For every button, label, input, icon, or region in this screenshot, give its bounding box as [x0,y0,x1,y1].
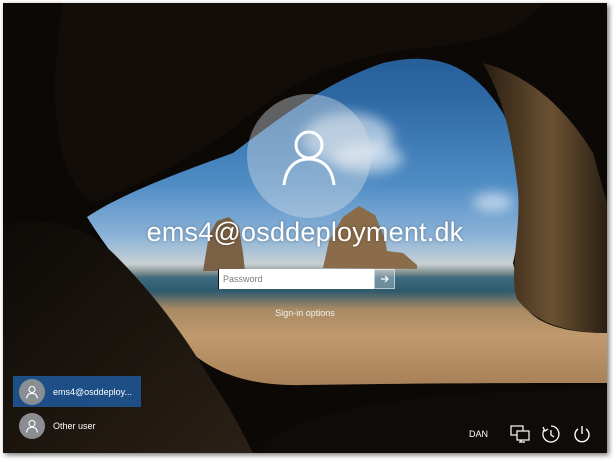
account-name: ems4@osddeployment.dk [146,217,464,247]
lock-screen: ems4@osddeployment.dk Sign-in options em… [3,3,607,453]
user-tile-avatar [19,412,45,439]
user-tile-label: Other user [53,420,96,431]
user-icon [25,385,39,399]
sign-in-options-link[interactable]: Sign-in options [3,308,607,318]
arrow-right-icon [380,275,389,283]
user-avatar [247,94,371,218]
system-tray: DAN [469,423,593,445]
user-tile-other[interactable]: Other user [13,410,141,441]
password-row [218,269,395,289]
ease-of-access-icon[interactable] [540,423,562,445]
language-indicator[interactable]: DAN [469,429,488,439]
user-list: ems4@osddeploy... Other user [13,376,141,444]
user-icon [282,130,336,186]
network-icon[interactable] [509,423,531,445]
user-tile-current[interactable]: ems4@osddeploy... [13,376,141,407]
user-icon [25,419,39,433]
user-tile-label: ems4@osddeploy... [53,386,133,397]
password-input[interactable] [218,269,374,289]
user-tile-avatar [19,378,45,405]
submit-button[interactable] [374,269,395,289]
power-icon[interactable] [571,423,593,445]
